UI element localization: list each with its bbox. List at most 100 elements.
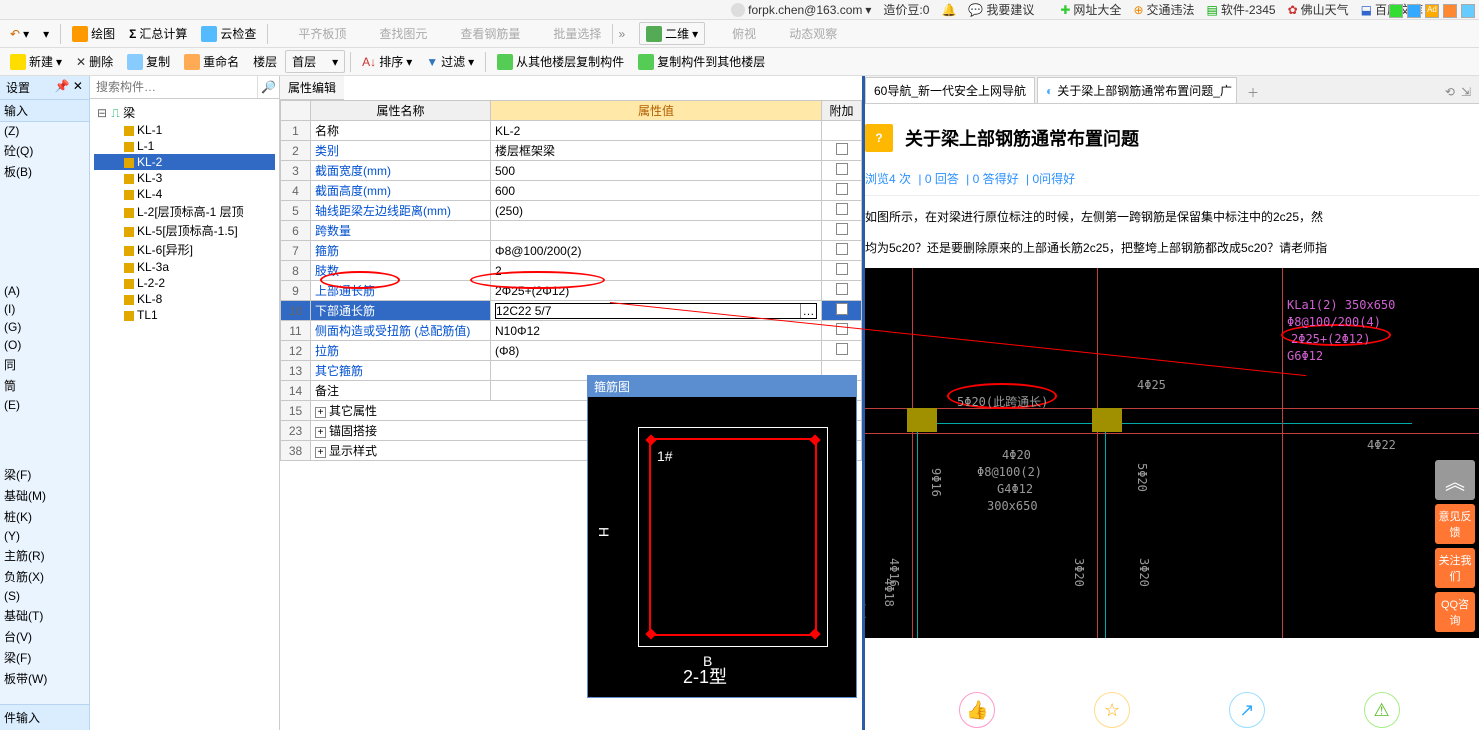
rail-item[interactable]: (Y) xyxy=(0,527,89,545)
nav-sites[interactable]: ✚网址大全 xyxy=(1060,1,1121,18)
rail-item[interactable]: (G) xyxy=(0,318,89,336)
property-row[interactable]: 7 箍筋 Φ8@100/200(2) xyxy=(281,241,862,261)
share-button[interactable]: ↗ xyxy=(1229,692,1265,728)
coins[interactable]: 造价豆:0 xyxy=(883,1,929,18)
rail-item[interactable]: 同 xyxy=(0,354,89,375)
rail-item[interactable]: (S) xyxy=(0,587,89,605)
floor-dropdown[interactable]: 首层▾ xyxy=(285,50,345,73)
ext-icon-ad[interactable]: Ad xyxy=(1425,4,1439,18)
tree-item[interactable]: KL-6[异形] xyxy=(94,240,275,259)
redo-button[interactable]: ▾ xyxy=(37,25,55,43)
property-row[interactable]: 5 轴线距梁左边线距离(mm) (250) xyxy=(281,201,862,221)
ext-icon-2[interactable] xyxy=(1407,4,1421,18)
follow-button[interactable]: 关注我们 xyxy=(1435,548,1475,588)
checkbox[interactable] xyxy=(836,223,848,235)
delete-button[interactable]: ✕删除 xyxy=(70,51,119,72)
tree-item[interactable]: KL-4 xyxy=(94,186,275,202)
rail-item[interactable]: 梁(F) xyxy=(0,464,89,485)
popout-icon[interactable]: ⇲ xyxy=(1461,85,1471,99)
rail-item[interactable]: 筒 xyxy=(0,375,89,396)
tree-item[interactable]: KL-5[层顶标高-1.5] xyxy=(94,221,275,240)
qq-button[interactable]: QQ咨询 xyxy=(1435,592,1475,632)
browser-tab-1[interactable]: 60导航_新一代安全上网导航 xyxy=(865,77,1035,103)
ext-icon-1[interactable] xyxy=(1389,4,1403,18)
nav-traffic[interactable]: ⊕交通违法 xyxy=(1133,1,1194,18)
rail-item[interactable]: 桩(K) xyxy=(0,506,89,527)
property-row[interactable]: 4 截面高度(mm) 600 xyxy=(281,181,862,201)
undo-button[interactable]: ↶▾ xyxy=(4,25,35,43)
property-row[interactable]: 1 名称 KL-2 xyxy=(281,121,862,141)
rail-item[interactable]: (A) xyxy=(0,282,89,300)
view-rebar-button[interactable]: 查看钢筋量 xyxy=(435,23,526,44)
cloud-check-button[interactable]: 云检查 xyxy=(195,23,262,44)
nav-software[interactable]: ▤软件-2345 xyxy=(1207,1,1276,18)
filter-button[interactable]: ▼过滤 ▾ xyxy=(420,51,480,72)
rail-item[interactable]: (E) xyxy=(0,396,89,414)
property-row[interactable]: 3 截面宽度(mm) 500 xyxy=(281,161,862,181)
checkbox[interactable] xyxy=(836,163,848,175)
checkbox[interactable] xyxy=(836,303,848,315)
checkbox[interactable] xyxy=(836,203,848,215)
close-icon[interactable]: ✕ xyxy=(1236,84,1237,98)
search-button[interactable]: 🔎 xyxy=(257,76,279,98)
favorite-button[interactable]: ☆ xyxy=(1094,692,1130,728)
stirrup-diagram-popup[interactable]: 箍筋图 1# H B 2-1型 xyxy=(587,375,857,698)
expand-icon[interactable]: + xyxy=(315,447,326,458)
tree-root[interactable]: ⊟ ⎍ 梁 xyxy=(94,103,275,122)
rail-item[interactable]: 梁(F) xyxy=(0,647,89,668)
copy-button[interactable]: 复制 xyxy=(121,51,176,72)
rail-item[interactable]: (O) xyxy=(0,336,89,354)
expand-icon[interactable]: + xyxy=(315,427,326,438)
tree-item[interactable]: TL1 xyxy=(94,307,275,323)
tree-item[interactable]: KL-3a xyxy=(94,259,275,275)
sort-button[interactable]: A↓排序 ▾ xyxy=(356,51,418,72)
property-row[interactable]: 11 侧面构造或受扭筋 (总配筋值) N10Φ12 xyxy=(281,321,862,341)
sum-calc-button[interactable]: Σ汇总计算 xyxy=(123,23,193,44)
property-row[interactable]: 12 拉筋 (Φ8) xyxy=(281,341,862,361)
property-row[interactable]: 9 上部通长筋 2Φ25+(2Φ12) xyxy=(281,281,862,301)
top-view-button[interactable]: 俯视 xyxy=(707,23,762,44)
suggest-link[interactable]: 💬我要建议 xyxy=(968,1,1034,18)
property-row[interactable]: 8 肢数 2 xyxy=(281,261,862,281)
property-row[interactable]: 10 下部通长筋 12C22 5/7… xyxy=(281,301,862,321)
expand-icon[interactable]: + xyxy=(315,407,326,418)
pin-icon[interactable]: 📌 ✕ xyxy=(55,79,83,96)
checkbox[interactable] xyxy=(836,283,848,295)
rail-item[interactable]: 板(B) xyxy=(0,161,89,182)
rail-item[interactable]: 砼(Q) xyxy=(0,140,89,161)
report-button[interactable]: ⚠ xyxy=(1364,692,1400,728)
checkbox[interactable] xyxy=(836,243,848,255)
ext-icon-3[interactable] xyxy=(1443,4,1457,18)
bell-icon[interactable]: 🔔 xyxy=(941,3,956,17)
flat-top-button[interactable]: 平齐板顶 xyxy=(273,23,352,44)
property-row[interactable]: 2 类别 楼层框架梁 xyxy=(281,141,862,161)
feedback-button[interactable]: 意见反馈 xyxy=(1435,504,1475,544)
rail-item[interactable]: (Z) xyxy=(0,122,89,140)
checkbox[interactable] xyxy=(836,263,848,275)
checkbox[interactable] xyxy=(836,143,848,155)
batch-select-button[interactable]: 批量选择 xyxy=(528,23,607,44)
checkbox[interactable] xyxy=(836,183,848,195)
rail-item[interactable]: 台(V) xyxy=(0,626,89,647)
dynamic-view-button[interactable]: 动态观察 xyxy=(764,23,843,44)
ellipsis-button[interactable]: … xyxy=(800,304,816,318)
tree-item[interactable]: KL-2 xyxy=(94,154,275,170)
scroll-top-button[interactable]: ︽ xyxy=(1435,460,1475,500)
view-2d-dropdown[interactable]: 二维 ▾ xyxy=(639,22,705,45)
browser-tab-2[interactable]: ◐关于梁上部钢筋通常布置问题_广✕ xyxy=(1037,77,1237,103)
restore-icon[interactable]: ⟲ xyxy=(1445,85,1455,99)
checkbox[interactable] xyxy=(836,343,848,355)
rail-item[interactable]: 负筋(X) xyxy=(0,566,89,587)
tree-item[interactable]: L-2-2 xyxy=(94,275,275,291)
copy-from-button[interactable]: 从其他楼层复制构件 xyxy=(491,51,630,72)
copy-to-button[interactable]: 复制构件到其他楼层 xyxy=(632,51,771,72)
tree-item[interactable]: KL-1 xyxy=(94,122,275,138)
properties-tab[interactable]: 属性编辑 xyxy=(280,76,344,100)
rail-item[interactable]: 主筋(R) xyxy=(0,545,89,566)
tree-item[interactable]: L-1 xyxy=(94,138,275,154)
nav-weather[interactable]: ✿佛山天气 xyxy=(1288,1,1349,18)
new-tab-button[interactable]: ＋ xyxy=(1239,82,1267,103)
like-button[interactable]: 👍 xyxy=(959,692,995,728)
component-input[interactable]: 件输入 xyxy=(0,704,89,730)
draw-button[interactable]: 绘图 xyxy=(66,23,121,44)
